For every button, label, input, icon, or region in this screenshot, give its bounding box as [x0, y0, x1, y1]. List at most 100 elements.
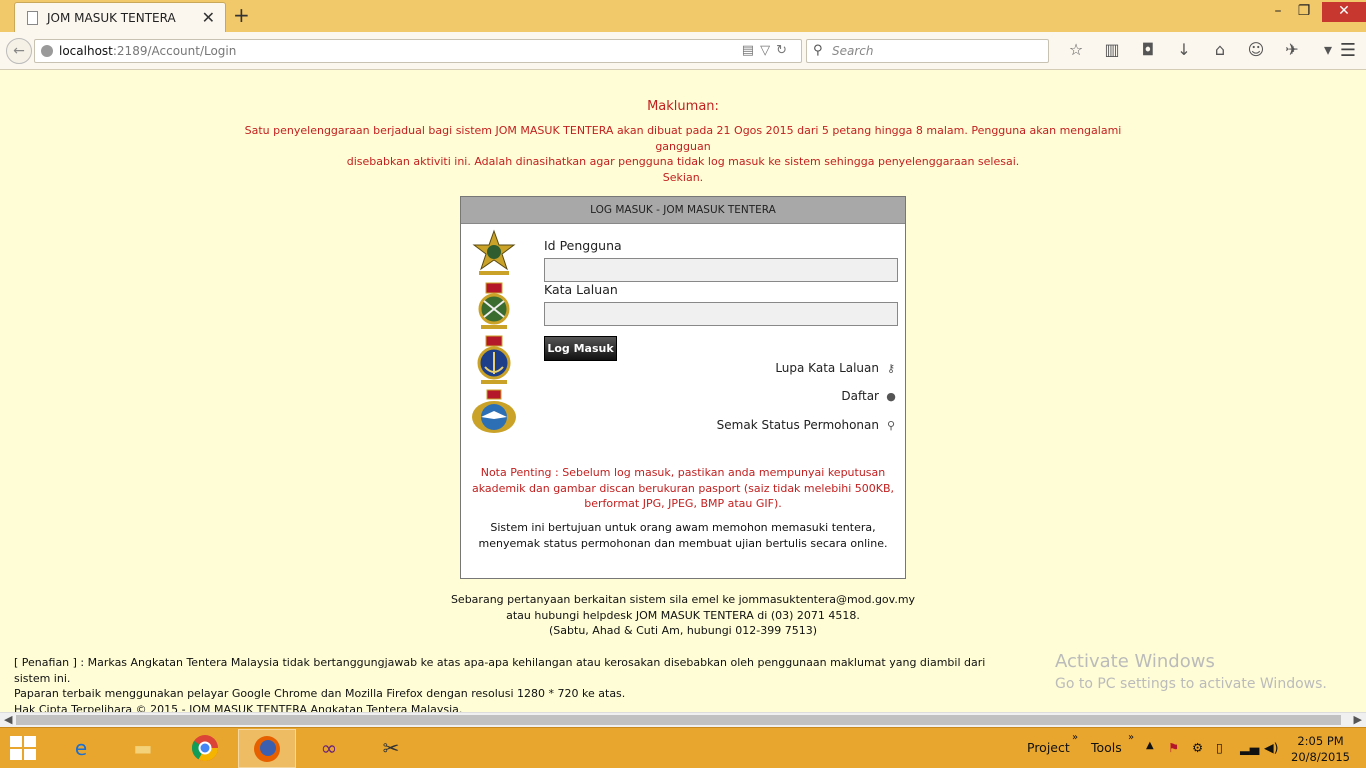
user-id-label: Id Pengguna [544, 238, 622, 253]
minimize-button[interactable]: – [1264, 2, 1292, 22]
user-icon: ● [886, 390, 896, 403]
chrome-icon[interactable] [176, 729, 234, 768]
note-line: Nota Penting : Sebelum log masuk, pastik… [480, 466, 886, 479]
sync-icon[interactable]: ⚙ [1192, 740, 1203, 755]
scroll-right-arrow-icon[interactable]: ▶ [1354, 713, 1362, 726]
tab-title: JOM MASUK TENTERA [47, 11, 176, 25]
contact-line: (Sabtu, Ahad & Cuti Am, hubungi 012-399 … [549, 624, 817, 637]
url-actions: ▤▽↻ [742, 43, 793, 58]
clock-date: 20/8/2015 [1291, 750, 1350, 764]
internet-explorer-icon[interactable]: e [52, 729, 110, 768]
windows-start-icon[interactable] [10, 736, 38, 762]
tools-toolbar[interactable]: Tools [1091, 740, 1122, 755]
extension-icon[interactable]: ✈ [1274, 40, 1310, 59]
new-tab-button[interactable]: + [233, 3, 250, 27]
firefox-icon[interactable] [238, 729, 296, 768]
activate-windows-watermark: Activate Windows Go to PC settings to ac… [1055, 651, 1327, 692]
pocket-icon[interactable]: ◘ [1130, 40, 1166, 59]
volume-icon[interactable]: ◀) [1264, 740, 1279, 755]
bookmark-star-icon[interactable]: ☆ [1058, 40, 1094, 59]
dropdown-icon[interactable]: ▽ [760, 43, 776, 58]
clock[interactable]: 2:05 PM 20/8/2015 [1291, 733, 1350, 765]
footer: [ Penafian ] : Markas Angkatan Tentera M… [14, 655, 1014, 717]
contact-info: Sebarang pertanyaan berkaitan sistem sil… [383, 592, 983, 639]
taskbar: e ▬ ∞ ✂ Project » Tools » ▲ ⚑ ⚙ ▯ ▂▄ ◀) … [0, 727, 1366, 768]
nav-bar: ← localhost:2189/Account/Login ▤▽↻ ⚲ Sea… [0, 32, 1366, 70]
reader-icon[interactable]: ▤ [742, 43, 760, 58]
key-icon: ⚷ [886, 362, 896, 375]
password-input[interactable] [544, 302, 898, 326]
password-label: Kata Laluan [544, 282, 618, 297]
file-explorer-icon[interactable]: ▬ [114, 729, 172, 768]
close-tab-icon[interactable]: ✕ [202, 8, 215, 27]
project-toolbar[interactable]: Project [1027, 740, 1070, 755]
search-bar[interactable]: ⚲ Search [806, 39, 1049, 63]
visual-studio-icon[interactable]: ∞ [300, 729, 358, 768]
hamburger-menu-icon[interactable]: ☰ [1340, 40, 1356, 61]
tray-chevron-icon[interactable]: ▲ [1146, 740, 1154, 751]
toolbar-icons: ☆ ▥ ◘ ↓ ⌂ ☺ ✈ ▾ [1058, 40, 1346, 59]
user-id-input[interactable] [544, 258, 898, 282]
army-emblem-icon [478, 282, 510, 329]
important-note: Nota Penting : Sebelum log masuk, pastik… [471, 465, 895, 512]
watermark-subtitle: Go to PC settings to activate Windows. [1055, 676, 1327, 692]
login-panel: LOG MASUK - JOM MASUK TENTERA Id Penggun… [460, 196, 906, 579]
scroll-left-arrow-icon[interactable]: ◀ [4, 713, 12, 726]
forgot-password-link[interactable]: Lupa Kata Laluan ⚷ [775, 361, 897, 375]
navy-emblem-icon [477, 335, 511, 384]
system-description: Sistem ini bertujuan untuk orang awam me… [471, 520, 895, 551]
page-icon [27, 11, 38, 25]
login-button[interactable]: Log Masuk [544, 336, 617, 361]
address-bar[interactable]: localhost:2189/Account/Login ▤▽↻ [34, 39, 802, 63]
search-placeholder: Search [832, 44, 874, 58]
forgot-password-label: Lupa Kata Laluan [775, 361, 879, 375]
description-line: Sistem ini bertujuan untuk orang awam me… [490, 521, 876, 534]
contact-line: Sebarang pertanyaan berkaitan sistem sil… [450, 593, 916, 606]
contact-line: atau hubungi helpdesk JOM MASUK TENTERA … [506, 608, 860, 622]
window-close-button[interactable]: ✕ [1322, 2, 1366, 22]
project-expand-icon[interactable]: » [1072, 732, 1078, 743]
home-icon[interactable]: ⌂ [1202, 40, 1238, 59]
clock-time: 2:05 PM [1297, 734, 1344, 748]
reading-list-icon[interactable]: ▥ [1094, 40, 1130, 59]
battery-icon[interactable]: ▯ [1216, 740, 1223, 755]
register-link[interactable]: Daftar ● [841, 389, 897, 403]
globe-icon [41, 45, 53, 57]
notice-line: disebabkan aktiviti ini. Adalah dinasiha… [346, 155, 1020, 168]
url-text: localhost:2189/Account/Login [59, 44, 236, 58]
search-icon: ⚲ [813, 43, 823, 58]
signal-icon[interactable]: ▂▄ [1240, 740, 1259, 755]
browser-recommendation: Paparan terbaik menggunakan pelayar Goog… [14, 687, 626, 700]
notice-line: Sekian. [662, 170, 704, 184]
check-status-link[interactable]: Semak Status Permohonan ⚲ [717, 418, 897, 432]
reload-icon[interactable]: ↻ [776, 43, 793, 58]
back-button[interactable]: ← [6, 38, 32, 64]
notice-line: Satu penyelenggaraan berjadual bagi sist… [244, 124, 1122, 153]
chat-icon[interactable]: ☺ [1238, 40, 1274, 59]
tools-app-icon[interactable]: ✂ [362, 729, 420, 768]
download-icon[interactable]: ↓ [1166, 40, 1202, 59]
description-line: menyemak status permohonan dan membuat u… [478, 536, 888, 550]
tools-expand-icon[interactable]: » [1128, 732, 1134, 743]
page-content: Makluman: Satu penyelenggaraan berjadual… [0, 71, 1366, 716]
notice-title: Makluman: [647, 99, 719, 114]
register-label: Daftar [841, 389, 879, 403]
flag-icon[interactable]: ⚑ [1168, 740, 1179, 755]
note-line: berformat JPG, JPEG, BMP atau GIF). [584, 497, 782, 510]
tab-bar: JOM MASUK TENTERA ✕ + – ❐ ✕ [0, 0, 1366, 32]
disclaimer: [ Penafian ] : Markas Angkatan Tentera M… [14, 656, 986, 685]
armed-forces-emblem-icon [472, 229, 516, 275]
watermark-title: Activate Windows [1055, 651, 1215, 672]
note-line: akademik dan gambar discan berukuran pas… [471, 481, 895, 495]
restore-button[interactable]: ❐ [1290, 2, 1318, 22]
air-force-emblem-icon [472, 389, 516, 433]
url-path: :2189/Account/Login [112, 44, 237, 58]
check-status-label: Semak Status Permohonan [716, 418, 879, 432]
scrollbar-thumb[interactable] [16, 715, 1341, 725]
url-host: localhost [59, 44, 113, 58]
login-header: LOG MASUK - JOM MASUK TENTERA [461, 197, 905, 224]
browser-tab[interactable]: JOM MASUK TENTERA ✕ [14, 2, 226, 32]
notice-body: Satu penyelenggaraan berjadual bagi sist… [240, 123, 1126, 185]
horizontal-scrollbar[interactable]: ◀ ▶ [0, 712, 1366, 727]
magnifier-icon: ⚲ [886, 419, 896, 432]
